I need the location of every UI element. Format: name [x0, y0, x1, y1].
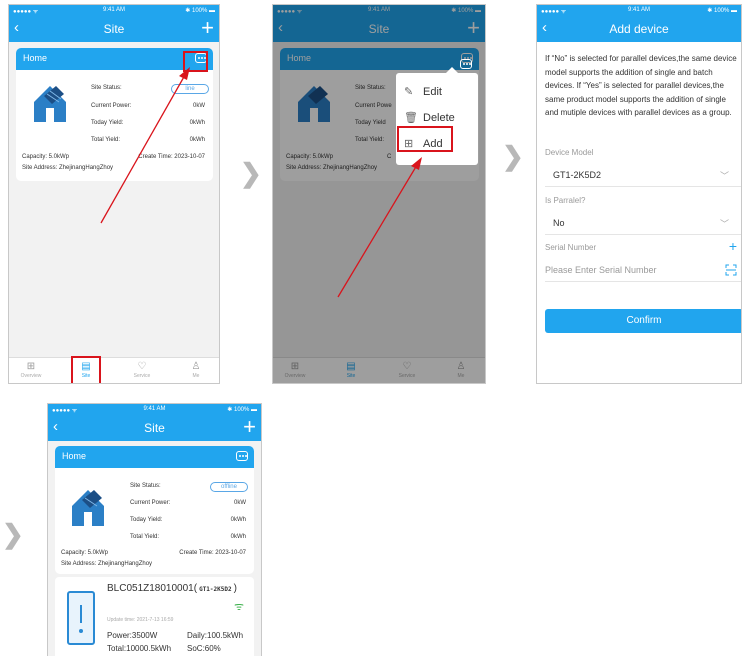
create-time-text: Create Time: 2023-10-07	[179, 550, 246, 556]
device-card[interactable]: BLC051Z18010001(GT1-2K5D2) ᯤ Update time…	[55, 577, 254, 656]
device-serial-text: BLC051Z18010001(	[107, 583, 198, 594]
device-serial: BLC051Z18010001(GT1-2K5D2)	[107, 583, 237, 594]
page-title: Site	[144, 421, 165, 435]
chevron-down-icon[interactable]: ﹀	[720, 169, 729, 182]
total-yield-value: 0kWh	[230, 534, 246, 540]
confirm-button[interactable]: Confirm	[545, 309, 741, 333]
today-yield-value: 0kWh	[230, 517, 246, 523]
serial-number-input[interactable]: Please Enter Serial Number	[545, 265, 657, 275]
site-card[interactable]: Home Site Status: offline Current Power:…	[55, 446, 254, 574]
divider	[545, 186, 741, 187]
device-serial-close: )	[233, 583, 237, 594]
status-badge: offline	[210, 482, 248, 492]
site-name: Home	[62, 451, 87, 461]
parallel-label: Is Parralel?	[545, 196, 586, 205]
total-yield-label: Total Yield:	[130, 534, 160, 540]
status-bar: ●●●●● ᯤ 9:41 AM ✱ 100% ▬	[48, 404, 261, 415]
step-chevron-icon: ❯	[2, 519, 24, 549]
inverter-icon	[67, 591, 95, 645]
divider	[545, 281, 741, 282]
device-power: Power:3500W	[107, 631, 158, 640]
step-chevron-icon: ❯	[502, 141, 524, 171]
parallel-select[interactable]: No	[553, 218, 565, 228]
house-icon	[72, 490, 104, 526]
device-model-tag: GT1-2K5D2	[199, 586, 232, 593]
today-yield-label: Today Yield:	[130, 517, 163, 523]
battery-indicator: ✱ 100% ▬	[707, 8, 737, 14]
add-site-icon[interactable]: +	[243, 415, 256, 439]
site-card-header: Home	[55, 446, 254, 468]
pointer-arrow	[337, 157, 422, 298]
update-time: Update time: 2021-7-13 16:59	[107, 617, 174, 623]
page-title: Add device	[609, 22, 669, 36]
device-soc: SoC:60%	[187, 644, 221, 653]
site-screen-step2: ●●●●● ᯤ 9:41 AM ✱ 100% ▬ ‹ Site + Home S…	[272, 4, 486, 384]
serial-number-label: Serial Number	[545, 243, 597, 252]
site-status-label: Site Status:	[130, 483, 161, 489]
capacity-text: Capacity: 5.0kWp	[61, 550, 109, 556]
parallel-description: If “No” is selected for parallel devices…	[545, 54, 737, 117]
current-power-value: 0kW	[234, 500, 246, 506]
status-bar: ●●●●● ᯤ 9:41 AM ✱ 100% ▬	[537, 5, 741, 16]
battery-indicator: ✱ 100% ▬	[227, 407, 257, 413]
add-device-screen: ●●●●● ᯤ 9:41 AM ✱ 100% ▬ ‹ Add device If…	[536, 4, 742, 384]
pointer-arrow	[100, 67, 190, 224]
chevron-down-icon[interactable]: ﹀	[720, 217, 729, 230]
device-total: Total:10000.5kWh	[107, 644, 172, 653]
site-screen-step1: ●●●●● ᯤ 9:41 AM ✱ 100% ▬ ‹ Site + Home S…	[8, 4, 220, 384]
device-model-label: Device Model	[545, 148, 594, 157]
site-address-text: Site Address: ZhejinangHangZhoy	[61, 561, 153, 567]
add-serial-icon[interactable]: +	[729, 238, 737, 254]
scan-icon[interactable]	[725, 264, 737, 276]
nav-bar: ‹ Add device	[537, 16, 741, 42]
divider	[545, 234, 741, 235]
site-screen-result: ●●●●● ᯤ 9:41 AM ✱ 100% ▬ ‹ Site + Home S…	[47, 403, 262, 656]
step-chevron-icon: ❯	[240, 158, 262, 188]
nav-bar: ‹ Site +	[48, 415, 261, 441]
more-options-icon[interactable]	[236, 451, 248, 461]
current-power-label: Current Power:	[130, 500, 171, 506]
wifi-icon: ᯤ	[233, 601, 244, 613]
device-daily: Daily:100.5kWh	[187, 631, 244, 640]
device-model-select[interactable]: GT1-2K5D2	[553, 170, 601, 180]
